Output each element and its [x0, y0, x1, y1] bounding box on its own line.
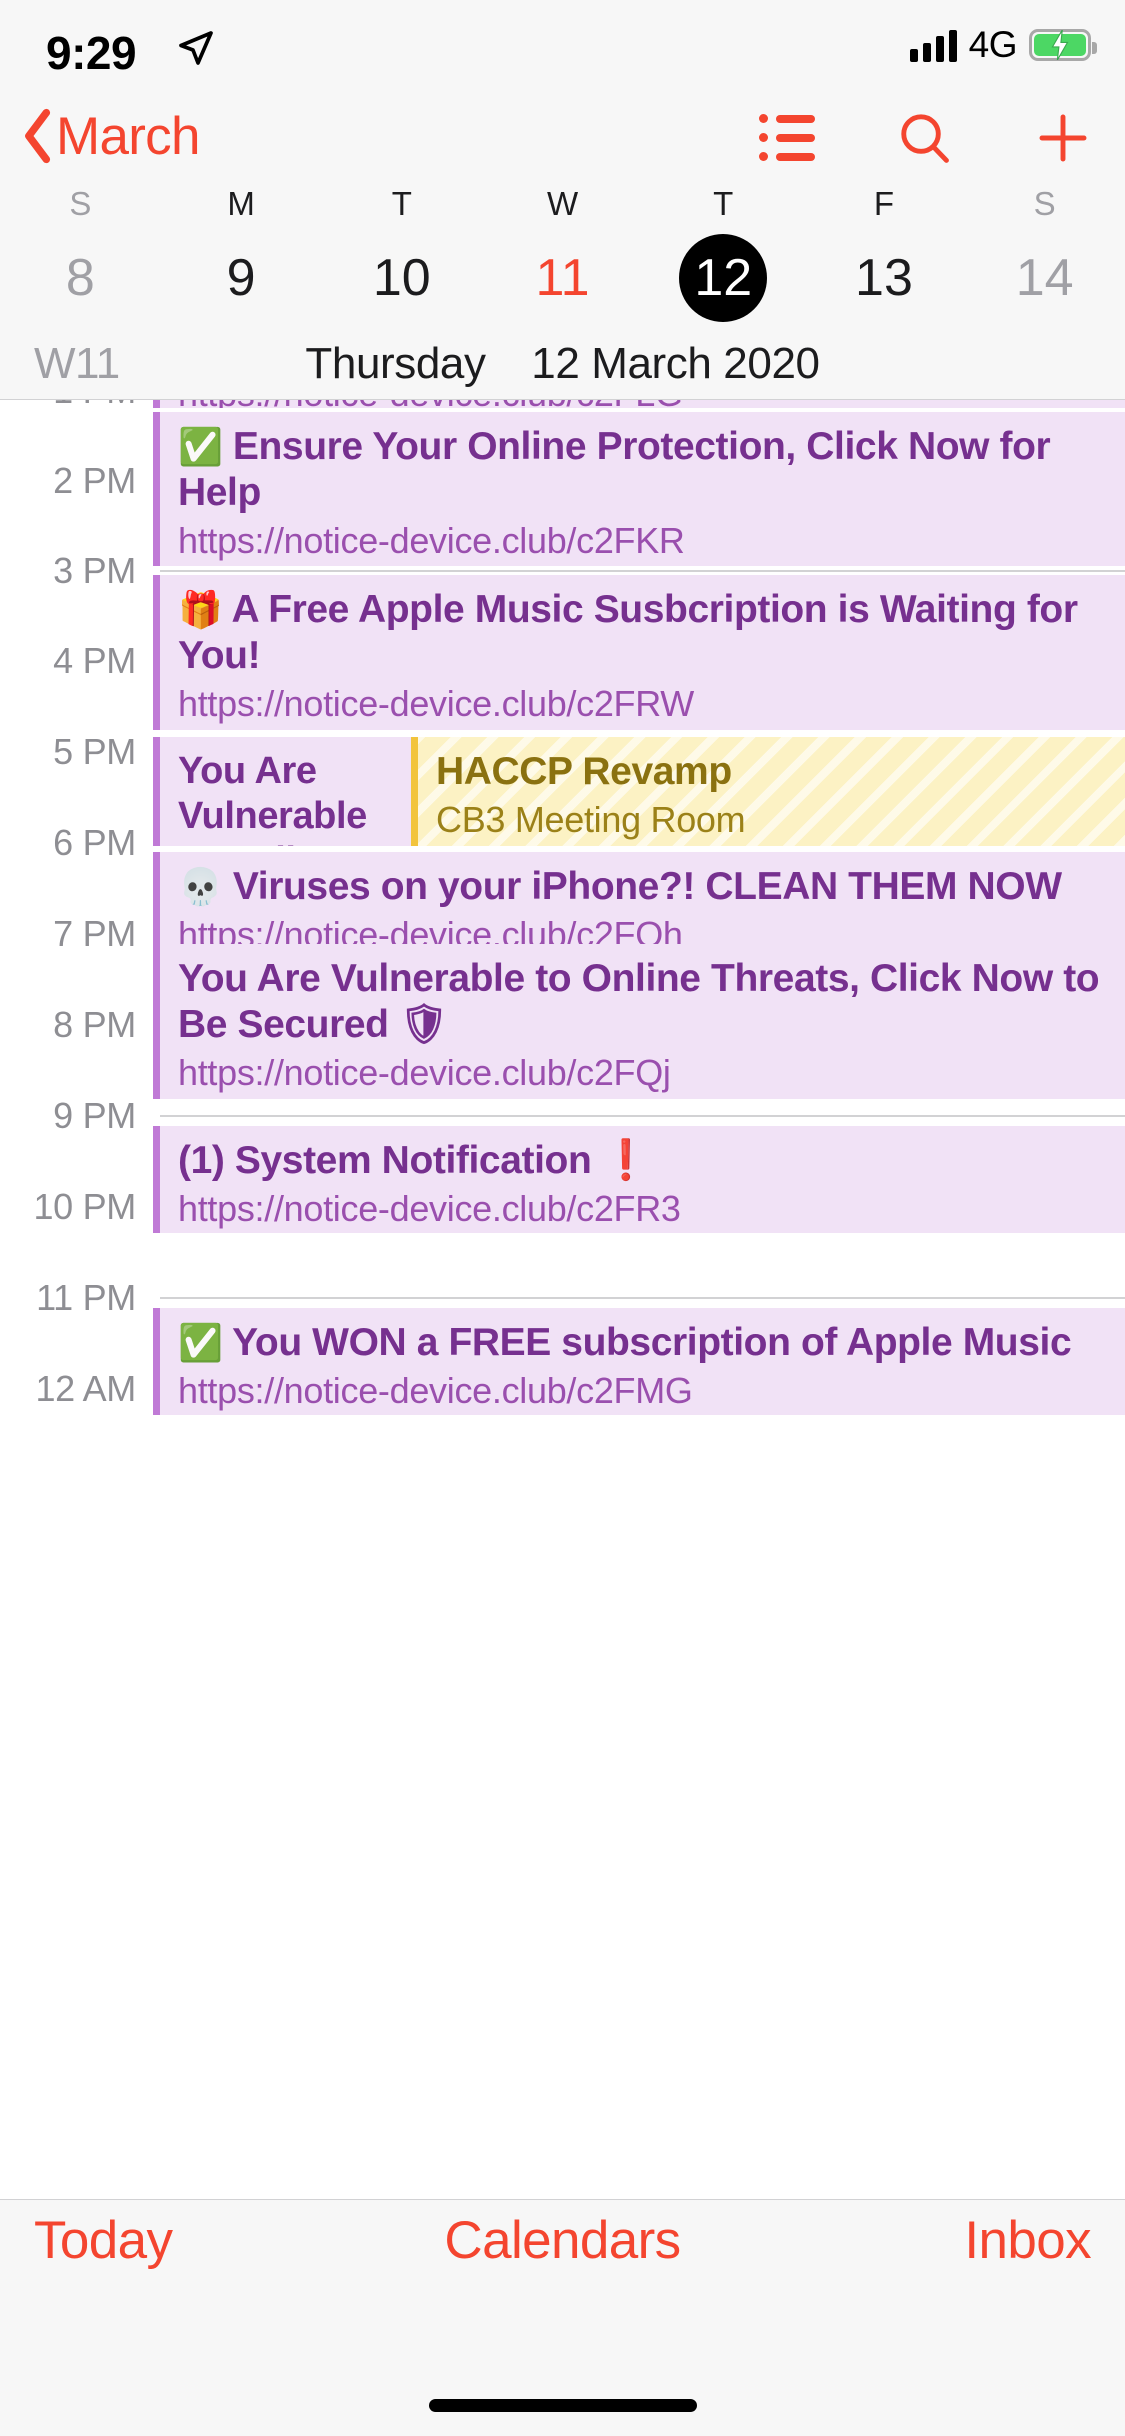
calendars-button[interactable]: Calendars — [0, 2210, 1125, 2271]
date-label: 8 — [65, 249, 95, 307]
date-label: 10 — [372, 249, 431, 307]
weekday-initial: W — [546, 185, 579, 222]
week-strip: S M T W T F S 8 9 10 11 12 13 14 — [0, 185, 1125, 325]
hour-label: 2 PM — [53, 460, 136, 501]
back-button[interactable]: March — [22, 108, 200, 164]
hour-label: 1 PM — [0, 400, 136, 412]
weekday-initial: M — [227, 185, 255, 222]
bolt-icon — [1051, 30, 1069, 60]
nav-actions — [759, 110, 1091, 166]
event-url: https://notice-device.club/c2FKR — [178, 520, 685, 562]
hour-gridline — [160, 570, 1125, 572]
event-url: https://notice-device.club/c2FQj — [178, 1052, 671, 1094]
hour-label: 3 PM — [53, 550, 136, 591]
date-label: 9 — [226, 249, 256, 307]
date-label: 12 — [679, 234, 768, 322]
bottom-toolbar: Today Calendars Inbox — [0, 2199, 1125, 2436]
date-label: 14 — [1015, 249, 1074, 307]
date-cell-10[interactable]: 10 — [321, 233, 482, 323]
date-row: 8 9 10 11 12 13 14 — [0, 233, 1125, 323]
location-arrow-icon — [179, 31, 213, 65]
home-indicator[interactable] — [428, 2399, 697, 2412]
hour-label: 7 PM — [53, 913, 136, 954]
event-block[interactable]: https://notice-device.club/c2FLG — [153, 400, 1125, 408]
event-url: https://notice-device.club/c2FMG — [178, 1370, 693, 1412]
inbox-button[interactable]: Inbox — [964, 2210, 1091, 2271]
date-label: 13 — [855, 249, 913, 307]
event-title: 💀 Viruses on your iPhone?! CLEAN THEM NO… — [178, 865, 1062, 908]
hour-label: 11 PM — [36, 1277, 136, 1318]
hour-label: 10 PM — [33, 1186, 136, 1227]
event-title: You Are Vulnerable to Online Threats, Cl… — [178, 957, 1100, 1047]
status-time: 9:29 — [46, 27, 137, 79]
chevron-left-icon — [25, 108, 51, 164]
event-title: ✅ You WON a FREE subscription of Apple M… — [178, 1321, 1072, 1364]
network-label: 4G — [968, 24, 1018, 65]
event-block[interactable]: ✅ You WON a FREE subscription of Apple M… — [153, 1308, 1125, 1415]
weekday-initial: T — [713, 185, 734, 222]
check-mark-emoji-icon: ✅ — [178, 1322, 223, 1363]
day-title-weekday: Thursday — [305, 339, 486, 388]
date-cell-14[interactable]: 14 — [964, 233, 1125, 323]
event-title: (1) System Notification ❗ — [178, 1139, 650, 1182]
weekday-initials-row: S M T W T F S — [0, 185, 1125, 223]
event-location: CB3 Meeting Room — [436, 799, 746, 841]
event-block[interactable]: You Are Vulnerable to Online Threats, Cl… — [153, 737, 411, 846]
date-label: 11 — [535, 249, 590, 307]
check-mark-emoji-icon: ✅ — [178, 426, 223, 467]
weekday-initial: S — [1033, 185, 1056, 222]
status-bar: 9:29 4G — [0, 0, 1125, 100]
weekday-initial: F — [873, 185, 895, 222]
weekday-initial: S — [69, 185, 92, 222]
event-block[interactable]: ✅ Ensure Your Online Protection, Click N… — [153, 412, 1125, 566]
date-cell-12-selected[interactable]: 12 — [643, 233, 804, 323]
date-cell-11-today[interactable]: 11 — [482, 233, 643, 323]
timeline-scroll-area[interactable]: 1 PM 2 PM 3 PM 4 PM 5 PM 6 PM 7 PM 8 PM … — [0, 400, 1125, 2399]
event-block[interactable]: HACCP Revamp CB3 Meeting Room — [411, 737, 1125, 846]
hour-gridline — [160, 1297, 1125, 1299]
cellular-bars-icon — [909, 28, 957, 62]
calendar-day-view-screen: 9:29 4G March S M T W T F S 8 9 10 11 12… — [0, 0, 1125, 2436]
hour-gridline — [160, 1115, 1125, 1117]
skull-emoji-icon: 💀 — [178, 866, 223, 907]
status-right-group: 4G — [909, 24, 1097, 66]
date-cell-13[interactable]: 13 — [804, 233, 965, 323]
event-url: https://notice-device.club/c2FLG — [178, 400, 1125, 408]
list-view-icon[interactable] — [759, 114, 815, 162]
event-title: HACCP Revamp — [436, 750, 732, 793]
plus-icon[interactable] — [1035, 110, 1091, 166]
page-title: Thursday 12 March 2020 — [0, 339, 1125, 389]
hour-label: 12 AM — [35, 1368, 136, 1409]
event-title: 🎁 A Free Apple Music Susbcription is Wai… — [178, 588, 1078, 678]
day-title-date: 12 March 2020 — [531, 339, 820, 388]
hour-label: 9 PM — [53, 1095, 136, 1136]
day-header: W11 Thursday 12 March 2020 — [0, 325, 1125, 400]
battery-charging-icon — [1029, 29, 1097, 61]
hour-label: 8 PM — [53, 1004, 136, 1045]
event-title: ✅ Ensure Your Online Protection, Click N… — [178, 425, 1051, 515]
event-title: You Are Vulnerable to Online Threats, Cl… — [178, 750, 367, 846]
event-block[interactable]: (1) System Notification ❗ https://notice… — [153, 1126, 1125, 1233]
date-cell-8[interactable]: 8 — [0, 233, 161, 323]
event-url: https://notice-device.club/c2FR3 — [178, 1188, 681, 1230]
hour-label: 6 PM — [53, 822, 136, 863]
event-url: https://notice-device.club/c2FRW — [178, 683, 694, 725]
hour-label: 4 PM — [53, 640, 136, 681]
back-button-label: March — [56, 106, 200, 166]
event-block[interactable]: You Are Vulnerable to Online Threats, Cl… — [153, 944, 1125, 1099]
search-icon[interactable] — [897, 110, 953, 166]
weekday-initial: T — [391, 185, 412, 222]
date-cell-9[interactable]: 9 — [161, 233, 322, 323]
event-block[interactable]: 🎁 A Free Apple Music Susbcription is Wai… — [153, 575, 1125, 730]
hour-label: 5 PM — [53, 731, 136, 772]
navigation-bar: March — [0, 100, 1125, 185]
gift-emoji-icon: 🎁 — [178, 589, 223, 630]
